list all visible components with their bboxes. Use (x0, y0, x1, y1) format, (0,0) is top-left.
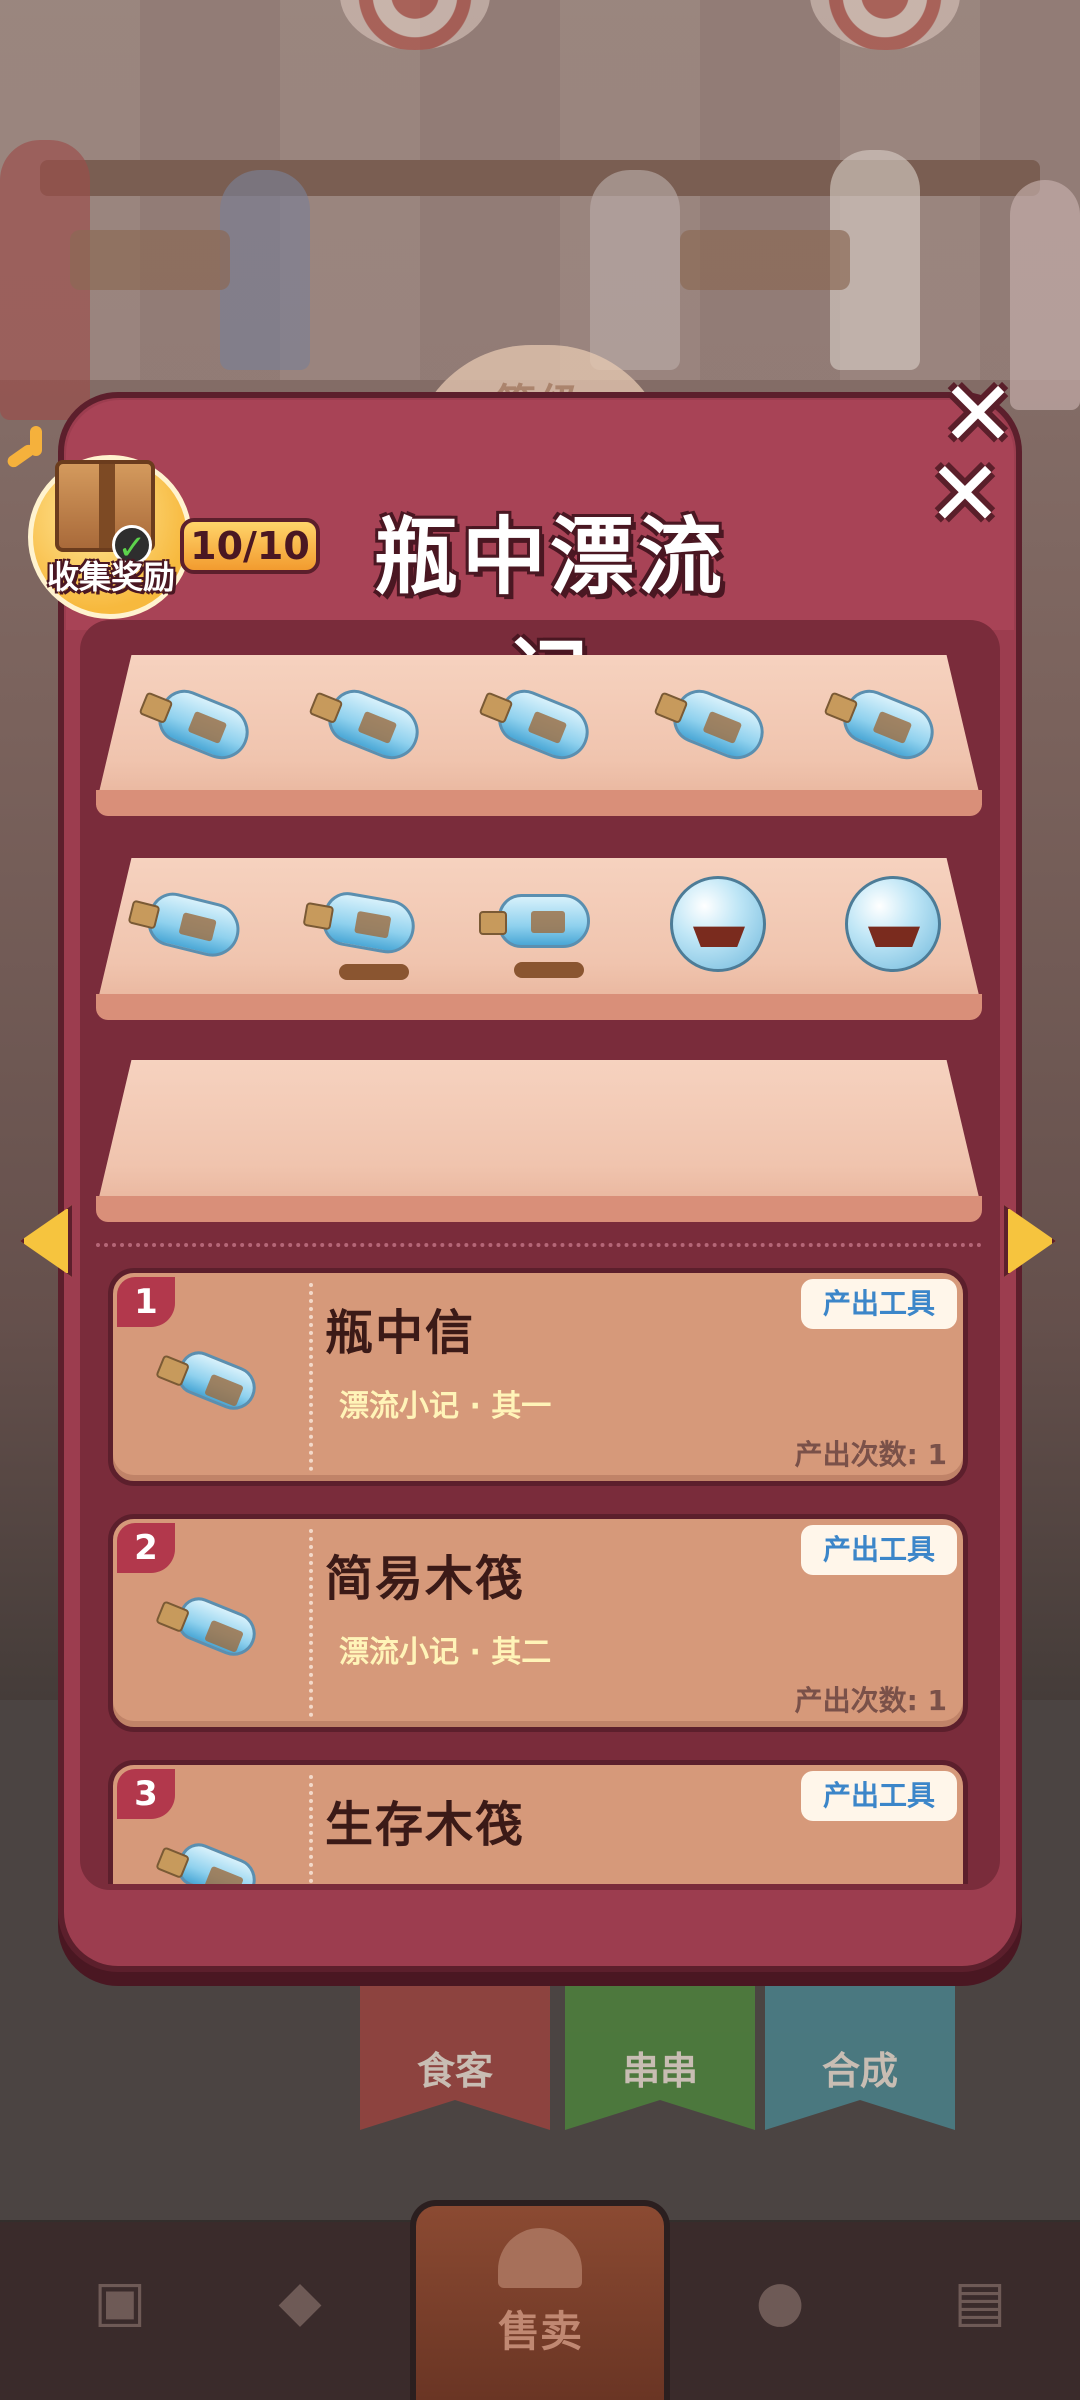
handshake-icon: ◆ (278, 2269, 322, 2334)
background-table (680, 230, 850, 290)
item-subtitle: 漂流小记 · 其一 (339, 1389, 552, 1424)
collection-progress: 10/10 (180, 518, 320, 574)
item-number: 3 (117, 1769, 175, 1819)
bottle-red-galleon-icon[interactable] (479, 876, 600, 978)
sparkle-icon (30, 426, 42, 456)
bottle-survival-raft-icon (163, 1837, 273, 1884)
globe-liner-icon[interactable] (835, 872, 945, 972)
globe-steamship-icon[interactable] (660, 872, 770, 972)
background-customer (220, 170, 310, 370)
produce-count: 产出次数: 1 (794, 1684, 947, 1717)
shelf-3-edge (96, 1196, 982, 1222)
bottle-raft-icon (163, 1591, 273, 1671)
bottle-survival-raft-icon[interactable] (490, 680, 600, 770)
nav-bus[interactable]: ▤ (890, 2222, 1070, 2400)
bag-icon: ▣ (93, 2269, 147, 2334)
list-item[interactable]: 2 简易木筏 漂流小记 · 其二 产出工具 产出次数: 1 (108, 1514, 968, 1732)
card-divider (309, 1529, 313, 1717)
person-icon: ● (755, 2269, 805, 2334)
divider (96, 1243, 982, 1247)
item-title: 瓶中信 (325, 1305, 476, 1361)
produce-count: 产出次数: 1 (794, 1438, 947, 1471)
nav-staff[interactable]: ● (690, 2222, 870, 2400)
bottle-raft-icon[interactable] (320, 680, 430, 770)
reward-label: 收集奖励 (46, 558, 175, 596)
bottle-galleon-icon[interactable] (315, 878, 425, 980)
nav-sell[interactable]: 售卖 (410, 2200, 670, 2400)
bottle-sailboat-icon[interactable] (835, 680, 945, 770)
nav-bag[interactable]: ▣ (30, 2222, 210, 2400)
bus-icon: ▤ (953, 2269, 1007, 2334)
bottle-boat-icon[interactable] (665, 680, 775, 770)
nav-trade[interactable]: ◆ (210, 2222, 390, 2400)
produce-tool-tag[interactable]: 产出工具 (801, 1771, 957, 1821)
close-button[interactable]: ✕ (922, 450, 1008, 540)
bottle-sailship-icon[interactable] (140, 880, 250, 970)
card-divider (309, 1775, 313, 1884)
produce-tool-tag[interactable]: 产出工具 (801, 1525, 957, 1575)
ribbon-right-label: 合成 (821, 2049, 898, 2093)
bottle-message-icon[interactable] (150, 680, 260, 770)
card-divider (309, 1283, 313, 1471)
item-subtitle: 漂流小记 · 其二 (339, 1635, 552, 1670)
shelf-1-edge (96, 790, 982, 816)
list-item[interactable]: 1 瓶中信 漂流小记 · 其一 产出工具 产出次数: 1 (108, 1268, 968, 1486)
item-list[interactable]: 1 瓶中信 漂流小记 · 其一 产出工具 产出次数: 1 2 简易木筏 漂流小记… (108, 1268, 968, 1884)
ribbon-mid-label: 串串 (621, 2049, 698, 2093)
item-title: 生存木筏 (325, 1797, 526, 1853)
ribbon-left-label: 食客 (416, 2049, 493, 2093)
nav-sell-label: 售卖 (497, 2307, 582, 2356)
item-title: 简易木筏 (325, 1551, 526, 1607)
bell-icon (498, 2228, 582, 2288)
background-table (70, 230, 230, 290)
item-number: 1 (117, 1277, 175, 1327)
background-customer (590, 170, 680, 370)
list-item[interactable]: 3 生存木筏 产出工具 (108, 1760, 968, 1884)
shelf-3 (96, 1060, 982, 1210)
shelf-2-edge (96, 994, 982, 1020)
bottle-message-icon (163, 1345, 273, 1425)
item-number: 2 (117, 1523, 175, 1573)
produce-tool-tag[interactable]: 产出工具 (801, 1279, 957, 1329)
